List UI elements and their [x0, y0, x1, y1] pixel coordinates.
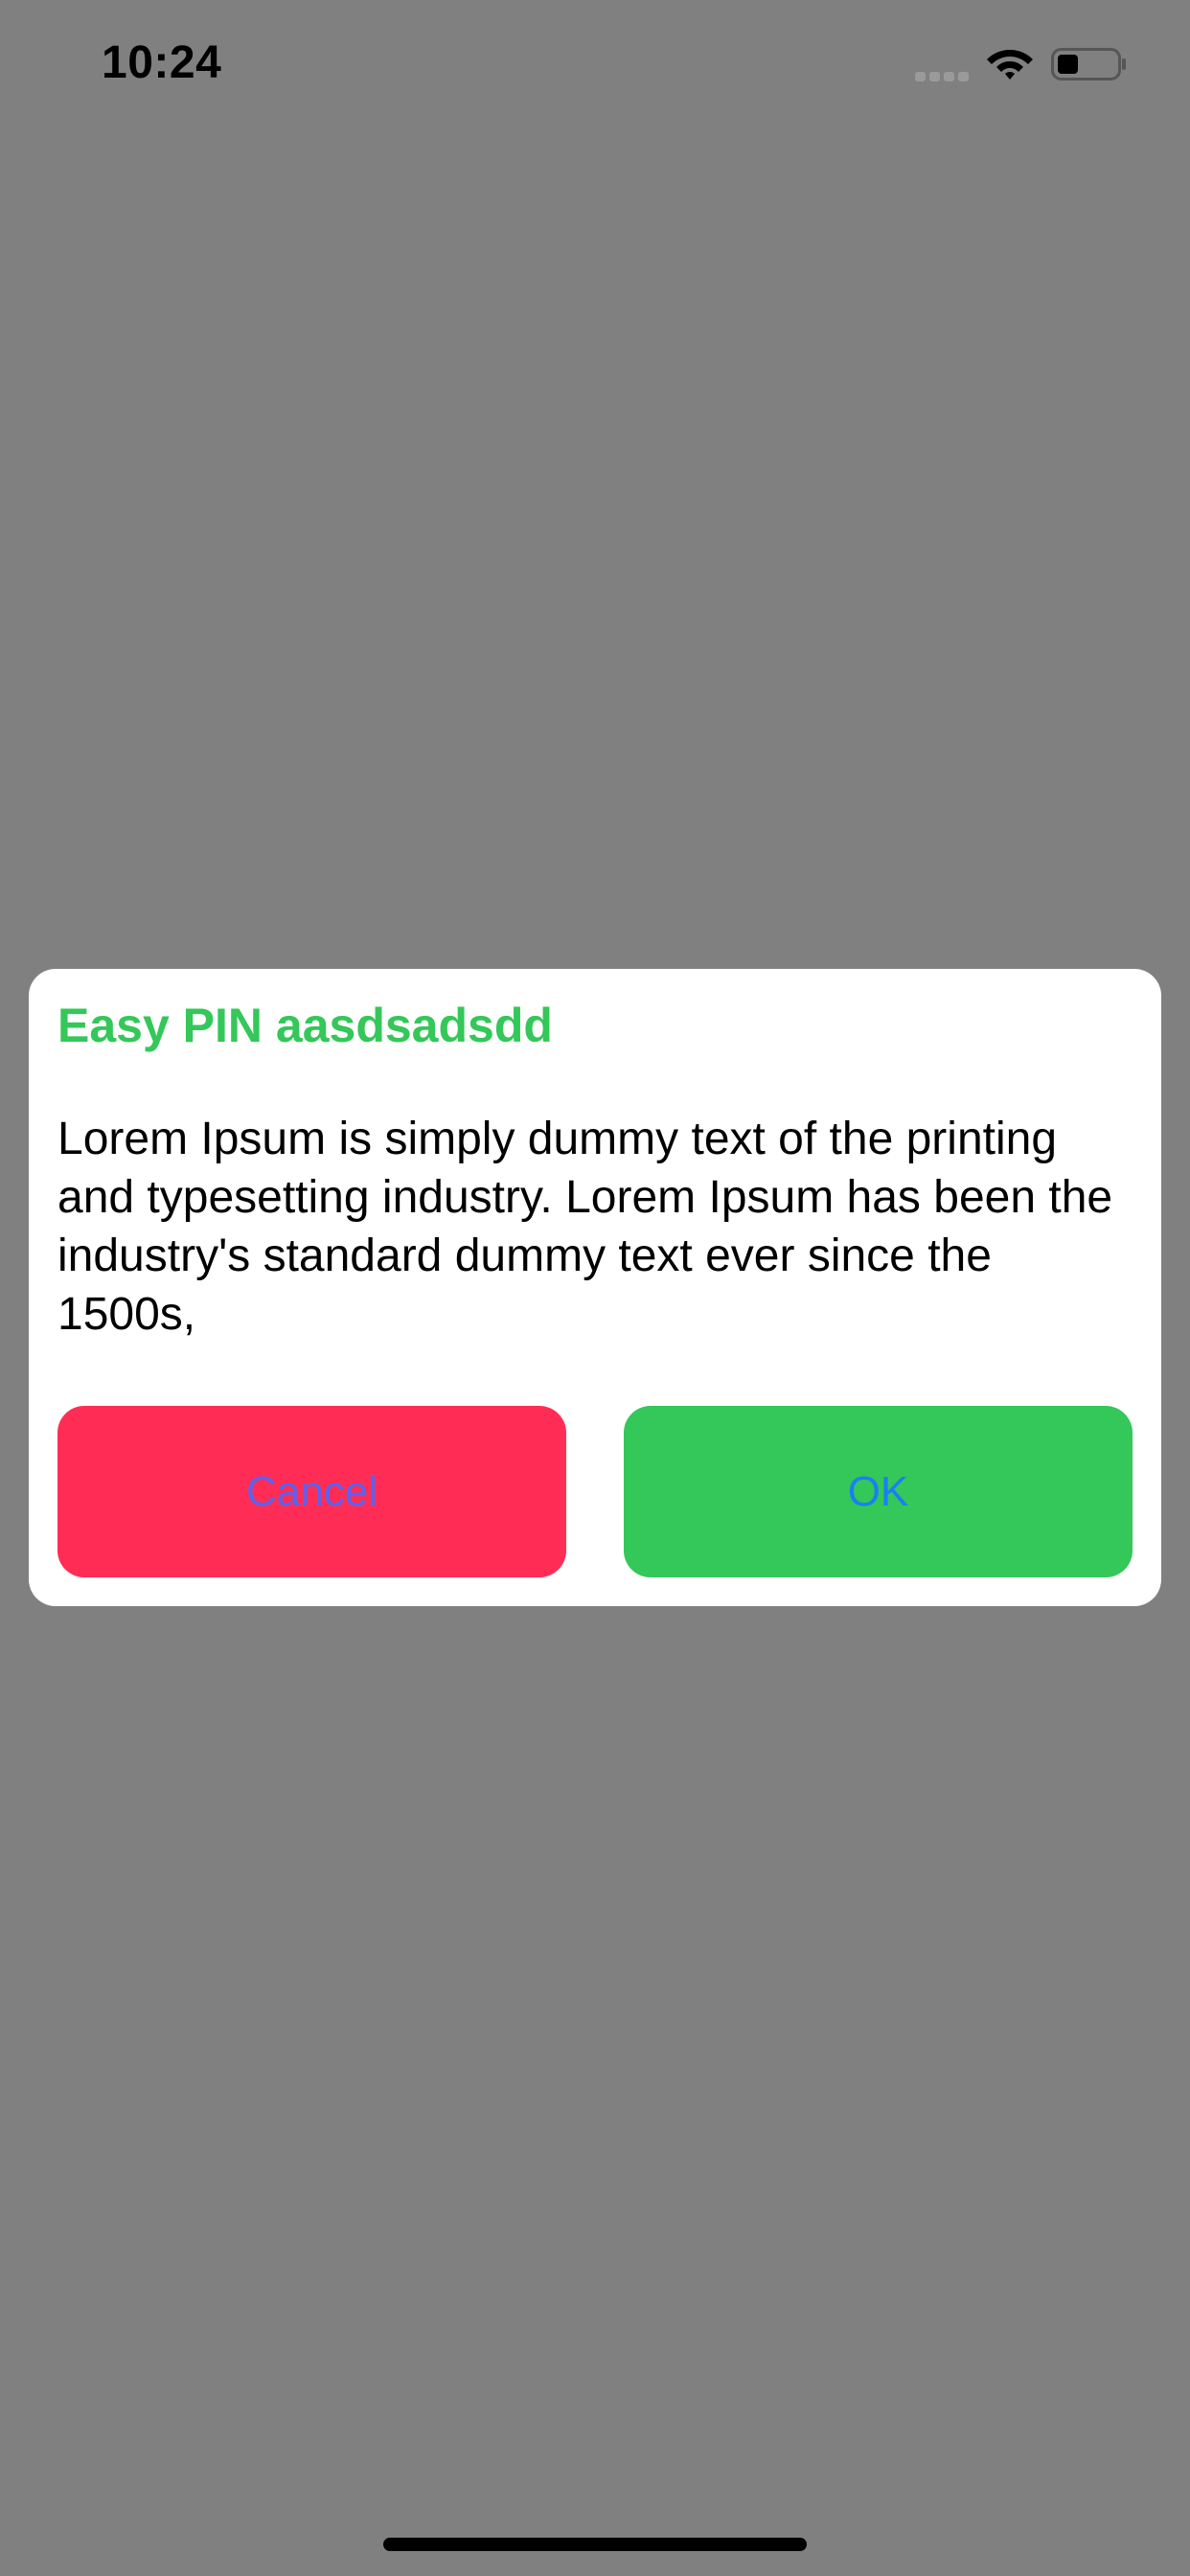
- battery-icon: [1051, 46, 1128, 82]
- dialog-title: Easy PIN aasdsadsdd: [57, 999, 553, 1052]
- cancel-button[interactable]: Cancel: [57, 1406, 566, 1577]
- dialog-message: Lorem Ipsum is simply dummy text of the …: [57, 1114, 1113, 1340]
- home-indicator[interactable]: [383, 2538, 807, 2551]
- cellular-signal-icon: [915, 72, 969, 81]
- wifi-icon: [987, 50, 1033, 80]
- status-time: 10:24: [102, 37, 222, 88]
- ok-button[interactable]: OK: [624, 1406, 1133, 1577]
- status-bar: 10:24: [0, 0, 1190, 126]
- alert-dialog: Easy PIN aasdsadsdd Lorem Ipsum is simpl…: [29, 969, 1161, 1606]
